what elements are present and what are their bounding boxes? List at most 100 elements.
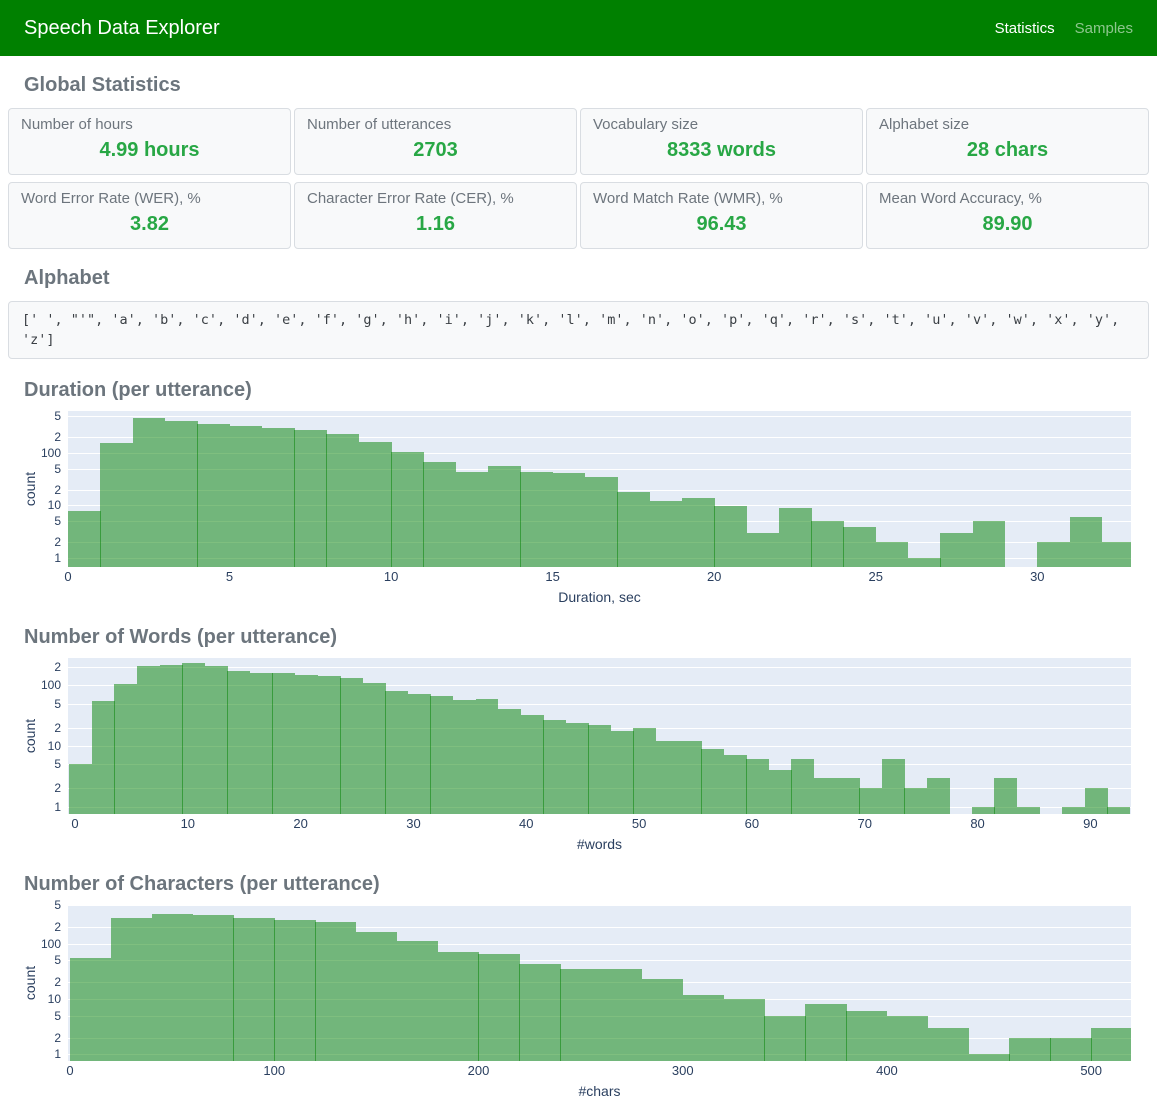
histogram-bar[interactable] (92, 701, 115, 814)
histogram-bar[interactable] (453, 700, 476, 814)
histogram-bar[interactable] (520, 472, 553, 567)
histogram-bar[interactable] (262, 428, 295, 567)
histogram-bar[interactable] (182, 663, 205, 814)
histogram-bar[interactable] (724, 755, 747, 814)
histogram-bar[interactable] (814, 778, 837, 814)
histogram-bar[interactable] (205, 666, 228, 814)
histogram-bar[interactable] (274, 920, 315, 1061)
histogram-bar[interactable] (973, 521, 1006, 567)
histogram-bar[interactable] (679, 741, 702, 814)
histogram-bar[interactable] (197, 424, 230, 567)
histogram-bar[interactable] (859, 788, 882, 814)
histogram-bar[interactable] (69, 764, 92, 814)
histogram-bar[interactable] (566, 723, 589, 814)
histogram-bar[interactable] (423, 462, 456, 567)
histogram-bar[interactable] (588, 725, 611, 814)
histogram-bar[interactable] (521, 715, 544, 814)
histogram-bar[interactable] (1062, 807, 1085, 814)
histogram-bar[interactable] (315, 922, 356, 1061)
histogram-bar[interactable] (940, 533, 973, 567)
histogram-bar[interactable] (294, 430, 327, 567)
histogram-bar[interactable] (560, 969, 601, 1061)
histogram-bar[interactable] (318, 676, 341, 814)
nav-link-statistics[interactable]: Statistics (995, 20, 1055, 37)
histogram-bar[interactable] (359, 442, 392, 567)
histogram-bar[interactable] (642, 979, 683, 1061)
histogram-bar[interactable] (68, 511, 101, 567)
histogram-bar[interactable] (498, 709, 521, 814)
histogram-bar[interactable] (876, 542, 909, 567)
histogram-bar[interactable] (233, 918, 274, 1061)
histogram-bar[interactable] (846, 1011, 887, 1061)
histogram-bar[interactable] (193, 915, 234, 1061)
histogram-bar[interactable] (791, 759, 814, 814)
histogram-bar[interactable] (928, 1028, 969, 1061)
histogram-bar[interactable] (683, 995, 724, 1061)
histogram-bar[interactable] (1102, 542, 1131, 567)
histogram-bar[interactable] (295, 675, 318, 814)
histogram-bar[interactable] (837, 778, 860, 814)
histogram-bar[interactable] (488, 466, 521, 567)
histogram-bar[interactable] (908, 558, 941, 567)
histogram-bar[interactable] (1107, 807, 1130, 814)
histogram-bar[interactable] (656, 741, 679, 814)
histogram-bar[interactable] (391, 452, 424, 567)
histogram-bar[interactable] (601, 969, 642, 1061)
histogram-bar[interactable] (843, 527, 876, 567)
histogram-bar[interactable] (397, 941, 438, 1061)
histogram-bar[interactable] (701, 749, 724, 814)
histogram-bar[interactable] (1085, 788, 1108, 814)
histogram-bar[interactable] (363, 683, 386, 814)
histogram-bar[interactable] (133, 418, 166, 567)
histogram-bar[interactable] (1037, 542, 1070, 567)
histogram-bar[interactable] (553, 473, 586, 567)
histogram-bar[interactable] (904, 788, 927, 814)
histogram-bar[interactable] (356, 932, 397, 1061)
histogram-bar[interactable] (438, 952, 479, 1061)
histogram-bar[interactable] (408, 694, 431, 814)
nav-link-samples[interactable]: Samples (1075, 20, 1133, 37)
histogram-bar[interactable] (969, 1054, 1010, 1061)
histogram-bar[interactable] (779, 508, 812, 567)
histogram-bar[interactable] (478, 954, 519, 1061)
histogram-bar[interactable] (764, 1016, 805, 1061)
histogram-bar[interactable] (272, 673, 295, 814)
histogram-bar[interactable] (137, 666, 160, 814)
histogram-bar[interactable] (1017, 807, 1040, 814)
histogram-bar[interactable] (227, 671, 250, 814)
histogram-bar[interactable] (617, 492, 650, 567)
histogram-bar[interactable] (340, 678, 363, 814)
histogram-bar[interactable] (476, 699, 499, 814)
histogram-bar[interactable] (724, 999, 765, 1061)
histogram-bar[interactable] (152, 914, 193, 1061)
histogram-bar[interactable] (811, 521, 844, 567)
histogram-bar[interactable] (805, 1004, 846, 1061)
histogram-bar[interactable] (519, 964, 560, 1061)
histogram-bar[interactable] (927, 778, 950, 814)
histogram-bar[interactable] (326, 434, 359, 567)
histogram-bar[interactable] (165, 421, 198, 567)
histogram-bar[interactable] (682, 498, 715, 567)
histogram-bar[interactable] (456, 472, 489, 567)
histogram-bar[interactable] (1050, 1038, 1091, 1061)
histogram-bar[interactable] (887, 1016, 928, 1061)
histogram-bar[interactable] (1009, 1038, 1050, 1061)
histogram-bar[interactable] (611, 731, 634, 814)
histogram-plot[interactable] (68, 905, 1131, 1061)
histogram-bar[interactable] (160, 665, 183, 814)
histogram-bar[interactable] (746, 759, 769, 814)
histogram-plot[interactable] (68, 658, 1131, 814)
histogram-plot[interactable] (68, 411, 1131, 567)
histogram-bar[interactable] (543, 720, 566, 814)
histogram-bar[interactable] (882, 759, 905, 814)
histogram-bar[interactable] (430, 696, 453, 814)
histogram-bar[interactable] (114, 684, 137, 814)
histogram-bar[interactable] (585, 477, 618, 567)
histogram-bar[interactable] (633, 728, 656, 814)
histogram-bar[interactable] (714, 506, 747, 568)
histogram-bar[interactable] (994, 778, 1017, 814)
histogram-bar[interactable] (250, 673, 273, 814)
histogram-bar[interactable] (1070, 517, 1103, 567)
histogram-bar[interactable] (100, 443, 133, 567)
histogram-bar[interactable] (385, 691, 408, 814)
